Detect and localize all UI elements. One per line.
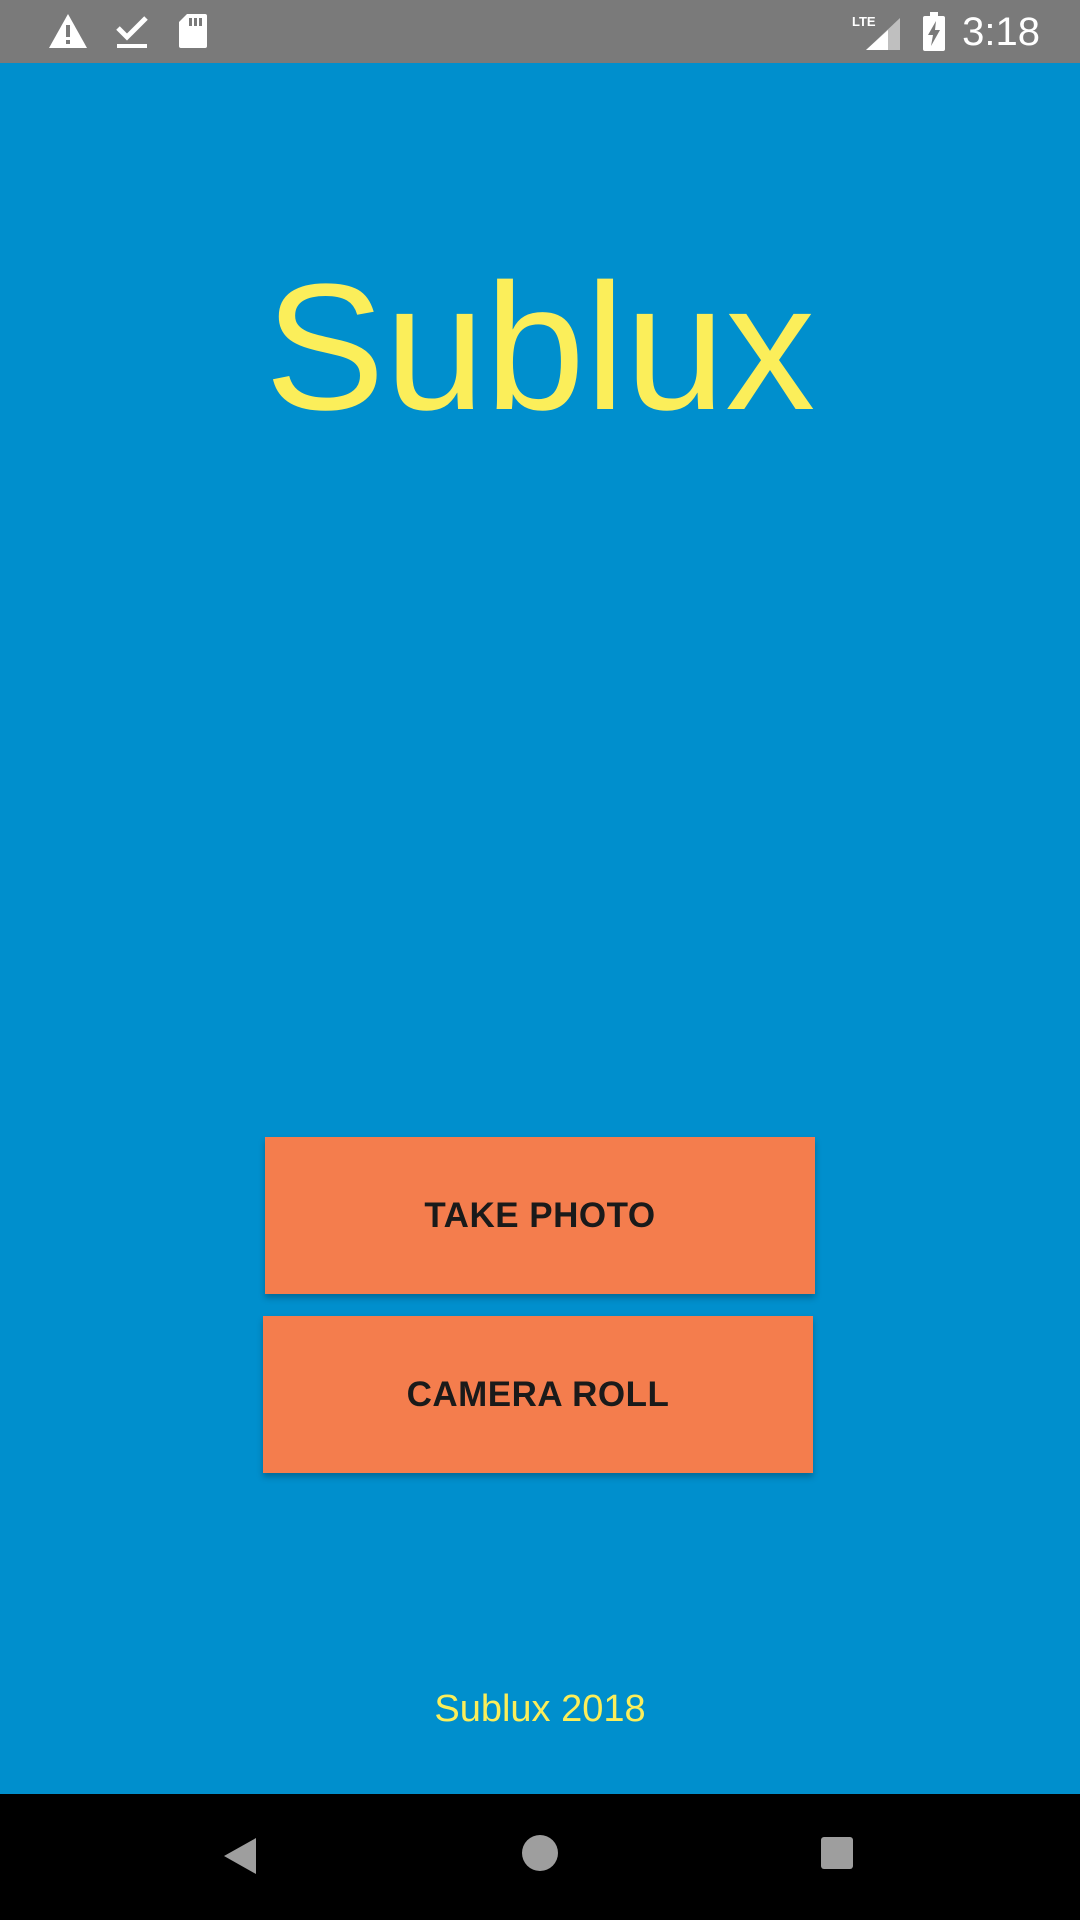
app-screen: Sublux TAKE PHOTO CAMERA ROLL Sublux 201… (0, 63, 1080, 1794)
svg-text:LTE: LTE (852, 14, 876, 29)
app-title: Sublux (264, 247, 816, 448)
footer-text: Sublux 2018 (434, 1688, 646, 1730)
home-icon[interactable] (518, 1831, 562, 1875)
status-time: 3:18 (962, 10, 1040, 54)
warning-icon (49, 14, 87, 48)
recents-icon[interactable] (818, 1834, 856, 1872)
download-done-icon (116, 16, 148, 48)
take-photo-button[interactable]: TAKE PHOTO (265, 1137, 815, 1294)
back-icon[interactable] (220, 1834, 260, 1878)
battery-charging-icon (923, 12, 945, 51)
navigation-bar (0, 1794, 1080, 1920)
status-bar: LTE 3:18 (0, 0, 1080, 63)
camera-roll-button[interactable]: CAMERA ROLL (263, 1316, 813, 1473)
sd-card-icon (179, 14, 207, 48)
lte-signal-icon: LTE (852, 14, 900, 50)
